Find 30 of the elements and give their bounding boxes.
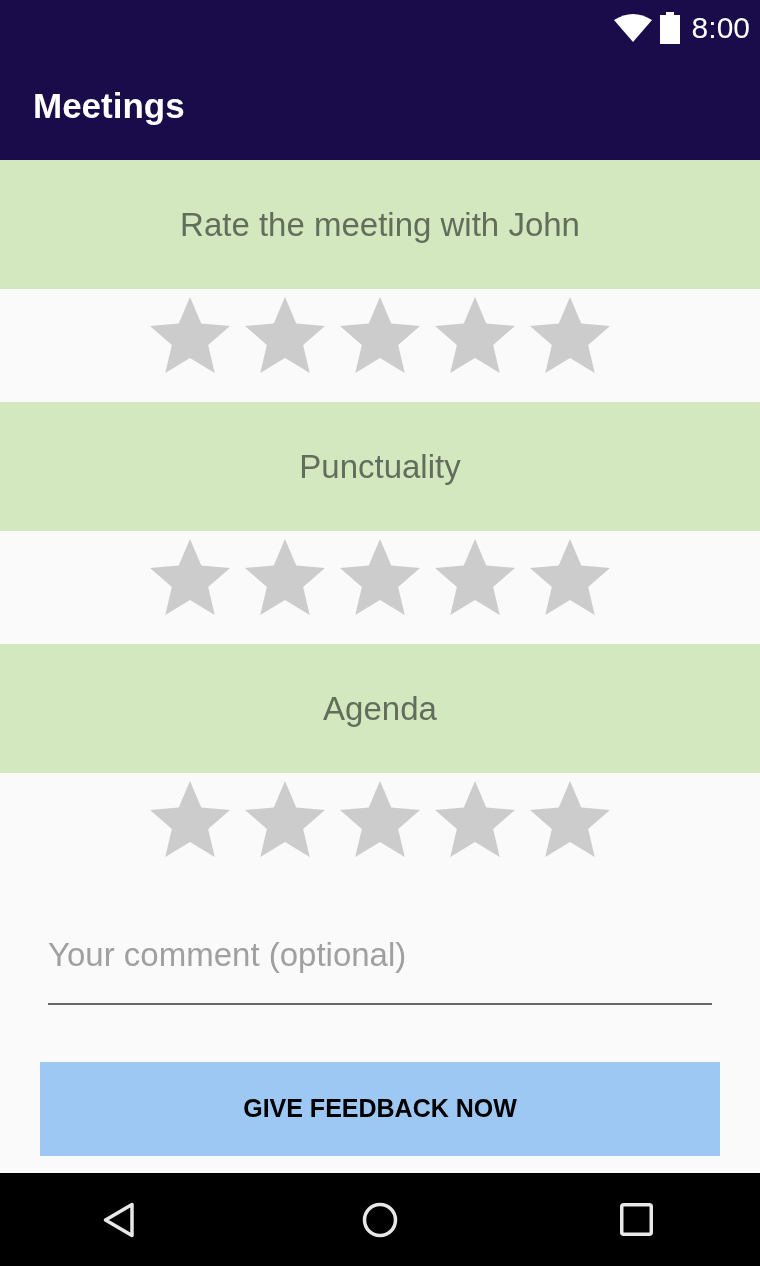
star-icon <box>245 297 325 373</box>
star-icon <box>530 297 610 373</box>
star-icon <box>245 539 325 615</box>
star-icon <box>150 297 230 373</box>
back-icon[interactable] <box>102 1201 135 1238</box>
star-rating[interactable] <box>150 539 610 615</box>
app-title: Meetings <box>33 88 185 123</box>
recents-icon[interactable] <box>620 1203 654 1236</box>
star-icon <box>150 539 230 615</box>
star-icon <box>530 781 610 857</box>
star-icon <box>435 539 515 615</box>
star-icon <box>435 781 515 857</box>
home-icon[interactable] <box>362 1201 398 1238</box>
star-icon <box>530 539 610 615</box>
star-rating[interactable] <box>150 781 610 857</box>
comment-input[interactable]: Your comment (optional) <box>48 924 712 1005</box>
clock-time: 8:00 <box>691 13 750 43</box>
star-icon <box>340 297 420 373</box>
star-icon <box>150 781 230 857</box>
star-rating[interactable] <box>150 297 610 373</box>
star-icon <box>340 539 420 615</box>
star-icon <box>340 781 420 857</box>
rating-title: Rate the meeting with John <box>180 208 580 241</box>
rating-title: Punctuality <box>299 450 461 483</box>
rating-title: Agenda <box>323 692 437 725</box>
wifi-icon <box>613 14 652 42</box>
battery-icon <box>659 12 680 44</box>
star-icon <box>435 297 515 373</box>
star-icon <box>245 781 325 857</box>
give-feedback-button[interactable]: GIVE FEEDBACK NOW <box>40 1062 720 1156</box>
